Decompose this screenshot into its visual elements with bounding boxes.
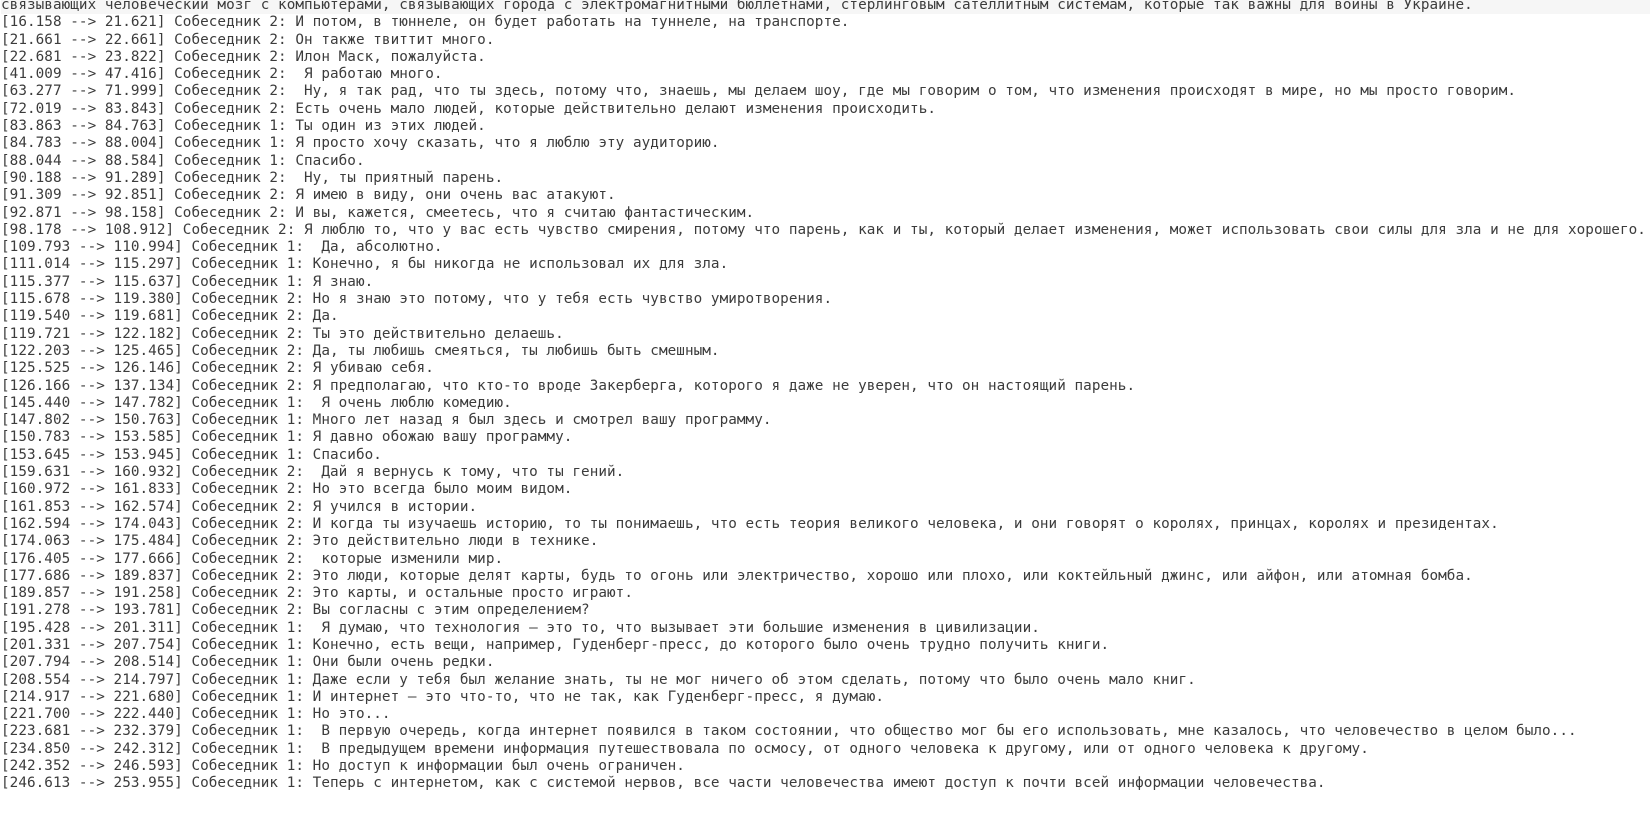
transcript-line: [145.440 --> 147.782] Собеседник 1: Я оч… (1, 394, 512, 411)
transcript-line: [84.783 --> 88.004] Собеседник 1: Я прос… (1, 135, 720, 152)
transcript-line: [161.853 --> 162.574] Собеседник 2: Я уч… (1, 498, 478, 515)
transcript-line: [63.277 --> 71.999] Собеседник 2: Ну, я … (1, 83, 1517, 100)
transcript-line: [246.613 --> 253.955] Собеседник 1: Тепе… (1, 775, 1326, 792)
transcript-line: [159.631 --> 160.932] Собеседник 2: Дай … (1, 464, 625, 481)
transcript-line: [207.794 --> 208.514] Собеседник 1: Они … (1, 654, 495, 671)
transcript-line: [72.019 --> 83.843] Собеседник 2: Есть о… (1, 100, 937, 117)
transcript-line: [125.525 --> 126.146] Собеседник 2: Я уб… (1, 360, 434, 377)
transcript-line: [91.309 --> 92.851] Собеседник 2: Я имею… (1, 187, 616, 204)
transcript-line: [214.917 --> 221.680] Собеседник 1: И ин… (1, 688, 885, 705)
transcript-line: [90.188 --> 91.289] Собеседник 2: Ну, ты… (1, 169, 504, 186)
transcript-line: [16.158 --> 21.621] Собеседник 2: И пото… (1, 14, 850, 31)
transcript-line: [201.331 --> 207.754] Собеседник 1: Коне… (1, 636, 1110, 653)
transcript-line: [160.972 --> 161.833] Собеседник 2: Но э… (1, 481, 573, 498)
transcript-line: [92.871 --> 98.158] Собеседник 2: И вы, … (1, 204, 755, 221)
transcript-line: [153.645 --> 153.945] Собеседник 1: Спас… (1, 446, 382, 463)
transcript-line: [195.428 --> 201.311] Собеседник 1: Я ду… (1, 619, 1040, 636)
transcript-line: [223.681 --> 232.379] Собеседник 1: В пе… (1, 723, 1577, 740)
transcript-line: [189.857 --> 191.258] Собеседник 2: Это … (1, 585, 633, 602)
transcript-line: [126.166 --> 137.134] Собеседник 2: Я пр… (1, 377, 1136, 394)
transcript-line: [147.802 --> 150.763] Собеседник 1: Мног… (1, 412, 772, 429)
transcript-line: [191.278 --> 193.781] Собеседник 2: Вы с… (1, 602, 590, 619)
transcript-line: [208.554 --> 214.797] Собеседник 1: Даже… (1, 671, 1196, 688)
transcript-line: [119.721 --> 122.182] Собеседник 2: Ты э… (1, 325, 564, 342)
transcript-line: [174.063 --> 175.484] Собеседник 2: Это … (1, 533, 599, 550)
transcript-line: [21.661 --> 22.661] Собеседник 2: Он так… (1, 31, 495, 48)
transcript-line: [41.009 --> 47.416] Собеседник 2: Я рабо… (1, 66, 443, 83)
transcript-line: [177.686 --> 189.837] Собеседник 2: Это … (1, 567, 1473, 584)
transcript-line: [98.178 --> 108.912] Собеседник 2: Я люб… (1, 221, 1646, 238)
transcript-line: [115.678 --> 119.380] Собеседник 2: Но я… (1, 291, 833, 308)
transcript-line: [122.203 --> 125.465] Собеседник 2: Да, … (1, 342, 720, 359)
transcript-line: [242.352 --> 246.593] Собеседник 1: Но д… (1, 758, 685, 775)
transcript-line: связывающих человеческий мозг с компьюте… (1, 0, 1650, 15)
transcript-line: [111.014 --> 115.297] Собеседник 1: Коне… (1, 256, 729, 273)
transcript-line: [119.540 --> 119.681] Собеседник 2: Да. (1, 308, 339, 325)
transcript-line: [234.850 --> 242.312] Собеседник 1: В пр… (1, 740, 1369, 757)
transcript-line: [88.044 --> 88.584] Собеседник 1: Спасиб… (1, 152, 365, 169)
transcript-line: [109.793 --> 110.994] Собеседник 1: Да, … (1, 239, 443, 256)
transcript-line: [221.700 --> 222.440] Собеседник 1: Но э… (1, 706, 391, 723)
transcript-line: [22.681 --> 23.822] Собеседник 2: Илон М… (1, 48, 486, 65)
transcript-line: [115.377 --> 115.637] Собеседник 1: Я зн… (1, 273, 374, 290)
transcript-line: [150.783 --> 153.585] Собеседник 1: Я да… (1, 429, 573, 446)
transcript-line: [176.405 --> 177.666] Собеседник 2: кото… (1, 550, 504, 567)
terminal-output: связывающих человеческий мозг с компьюте… (1, 0, 1650, 793)
transcript-line: [162.594 --> 174.043] Собеседник 2: И ко… (1, 515, 1499, 532)
transcript-line: [83.863 --> 84.763] Собеседник 1: Ты оди… (1, 118, 486, 135)
